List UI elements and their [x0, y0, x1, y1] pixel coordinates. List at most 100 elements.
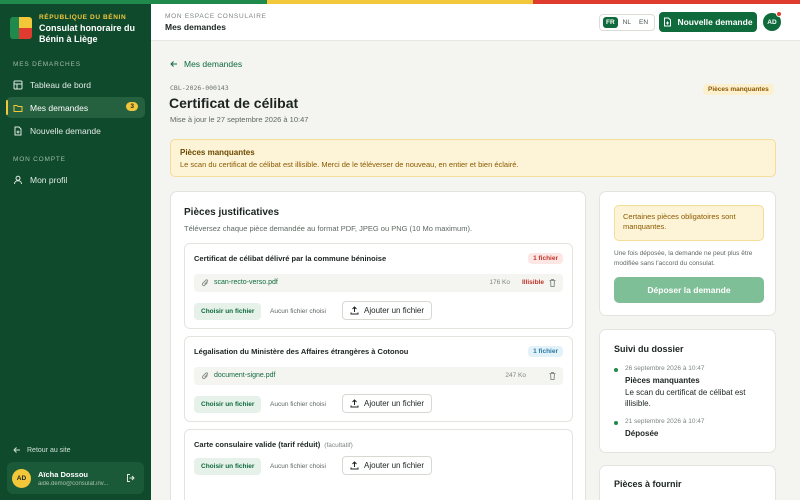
new-request-button[interactable]: Nouvelle demande	[659, 12, 757, 32]
event-date: 26 septembre 2026 à 10:47	[625, 365, 705, 372]
add-file-label: Ajouter un fichier	[364, 306, 425, 315]
arrow-left-icon	[13, 447, 20, 453]
brand[interactable]: RÉPUBLIQUE DU BÉNIN Consulat honoraire d…	[10, 14, 149, 45]
pieces-subtitle: Téléversez chaque pièce demandée au form…	[184, 224, 473, 233]
file-plus-icon	[14, 126, 22, 135]
submit-card: Certaines pièces obligatoires sont manqu…	[599, 191, 776, 316]
sidebar-item-new-request[interactable]: Nouvelle demande	[6, 120, 145, 141]
lang-en[interactable]: EN	[636, 17, 651, 28]
file-size: 247 Ko	[505, 372, 526, 379]
brand-country: RÉPUBLIQUE DU BÉNIN	[39, 14, 127, 21]
trash-icon[interactable]	[548, 371, 557, 381]
header-subtitle: MON ESPACE CONSULAIRE	[165, 13, 267, 20]
pieces-card: Pièces justificatives Téléversez chaque …	[170, 191, 586, 500]
piece-legalisation: Légalisation du Ministère des Affaires é…	[184, 336, 573, 422]
paperclip-icon	[201, 279, 209, 287]
back-link-label: Mes demandes	[184, 59, 243, 69]
file-size: 176 Ko	[489, 279, 510, 286]
event-title: Déposée	[625, 429, 659, 438]
upload-icon	[350, 461, 359, 470]
no-file-chosen: Aucun fichier choisi	[270, 463, 326, 470]
last-updated: Mise à jour le 27 septembre 2026 à 10:47	[170, 115, 309, 124]
lang-fr[interactable]: FR	[603, 17, 618, 28]
add-file-button[interactable]: Ajouter un fichier	[342, 394, 433, 413]
alert-title: Pièces manquantes	[180, 148, 255, 157]
back-to-site-label: Retour au site	[27, 446, 71, 454]
file-count-badge: 1 fichier	[528, 346, 563, 357]
folder-icon	[13, 104, 23, 112]
section-label-demarches: MES DÉMARCHES	[13, 61, 81, 68]
sidebar-item-label: Nouvelle demande	[30, 125, 101, 136]
logout-icon[interactable]	[126, 473, 136, 483]
event-title: Pièces manquantes	[625, 376, 700, 385]
arrow-left-icon	[170, 61, 177, 67]
user-email: aide.demo@consulat.inv...	[38, 480, 109, 487]
tracking-title: Suivi du dossier	[614, 344, 684, 354]
user-name: Aïcha Dossou	[38, 469, 89, 479]
request-reference: CBL-2026-000143	[170, 84, 229, 92]
piece-title-text: Carte consulaire valide (tarif réduit)	[194, 440, 321, 449]
pieces-to-provide-title: Pièces à fournir	[614, 479, 682, 489]
language-switcher: FR NL EN	[599, 14, 656, 31]
new-request-label: Nouvelle demande	[677, 17, 753, 27]
sidebar-item-profile[interactable]: Mon profil	[6, 169, 145, 190]
add-file-label: Ajouter un fichier	[364, 461, 425, 470]
piece-title: Légalisation du Ministère des Affaires é…	[194, 347, 409, 356]
submit-note: Une fois déposée, la demande ne peut plu…	[614, 250, 753, 267]
add-file-button[interactable]: Ajouter un fichier	[342, 301, 433, 320]
brand-title: Consulat honoraire du Bénin à Liège	[39, 23, 136, 44]
sidebar-item-label: Mon profil	[30, 174, 68, 185]
no-file-chosen: Aucun fichier choisi	[270, 401, 326, 408]
pieces-to-provide-card: Pièces à fournir	[599, 465, 776, 500]
grid-icon	[13, 80, 23, 89]
flag-stripe	[0, 0, 800, 4]
missing-required-warning: Certaines pièces obligatoires sont manqu…	[614, 205, 764, 241]
paperclip-icon	[201, 372, 209, 380]
choose-file-button[interactable]: Choisir un fichier	[194, 396, 262, 413]
avatar: AD	[12, 468, 31, 488]
benin-flag-icon	[10, 17, 32, 39]
uploaded-file-row: document-signe.pdf 247 Ko	[194, 367, 563, 385]
pieces-title: Pièces justificatives	[184, 207, 280, 218]
back-to-site-link[interactable]: Retour au site	[13, 446, 71, 454]
trash-icon[interactable]	[548, 278, 557, 288]
file-name[interactable]: scan-recto-verso.pdf	[214, 279, 278, 286]
sidebar-item-label: Tableau de bord	[30, 79, 91, 90]
sidebar: RÉPUBLIQUE DU BÉNIN Consulat honoraire d…	[0, 0, 151, 500]
top-header: MON ESPACE CONSULAIRE Mes demandes FR NL…	[151, 4, 800, 41]
submit-request-button[interactable]: Déposer la demande	[614, 277, 764, 303]
piece-carte-consulaire: Carte consulaire valide (tarif réduit) (f…	[184, 429, 573, 500]
user-card[interactable]: AD Aïcha Dossou aide.demo@consulat.inv..…	[7, 462, 144, 494]
file-plus-icon	[664, 17, 672, 27]
header-title: Mes demandes	[165, 22, 226, 32]
tracking-card: Suivi du dossier 26 septembre 2026 à 10:…	[599, 329, 776, 453]
upload-icon	[350, 399, 359, 408]
requests-count-badge: 3	[126, 102, 138, 111]
sidebar-item-mes-demandes[interactable]: Mes demandes 3	[6, 97, 145, 118]
upload-icon	[350, 306, 359, 315]
missing-pieces-alert: Pièces manquantes Le scan du certificat …	[170, 139, 776, 177]
alert-text: Le scan du certificat de célibat est ill…	[180, 160, 519, 169]
add-file-button[interactable]: Ajouter un fichier	[342, 456, 433, 475]
piece-certificat: Certificat de célibat délivré par la com…	[184, 243, 573, 329]
add-file-label: Ajouter un fichier	[364, 399, 425, 408]
optional-tag: (facultatif)	[324, 442, 353, 449]
choose-file-button[interactable]: Choisir un fichier	[194, 458, 262, 475]
choose-file-button[interactable]: Choisir un fichier	[194, 303, 262, 320]
file-name[interactable]: document-signe.pdf	[214, 372, 275, 379]
notification-dot	[776, 11, 782, 17]
event-description: Le scan du certificat de célibat est ill…	[625, 388, 746, 408]
file-status-illisible: Illisible	[521, 279, 544, 286]
event-date: 21 septembre 2026 à 10:47	[625, 418, 705, 425]
user-icon	[14, 175, 22, 184]
sidebar-item-label: Mes demandes	[30, 102, 89, 113]
sidebar-item-dashboard[interactable]: Tableau de bord	[6, 74, 145, 95]
lang-nl[interactable]: NL	[620, 17, 634, 28]
page-title: Certificat de célibat	[169, 95, 299, 111]
timeline-dot	[614, 368, 618, 372]
back-to-requests-link[interactable]: Mes demandes	[170, 59, 242, 69]
piece-title: Certificat de célibat délivré par la com…	[194, 254, 387, 263]
section-label-compte: MON COMPTE	[13, 156, 66, 163]
status-badge: Pièces manquantes	[703, 84, 774, 95]
uploaded-file-row: scan-recto-verso.pdf 176 Ko Illisible	[194, 274, 563, 292]
